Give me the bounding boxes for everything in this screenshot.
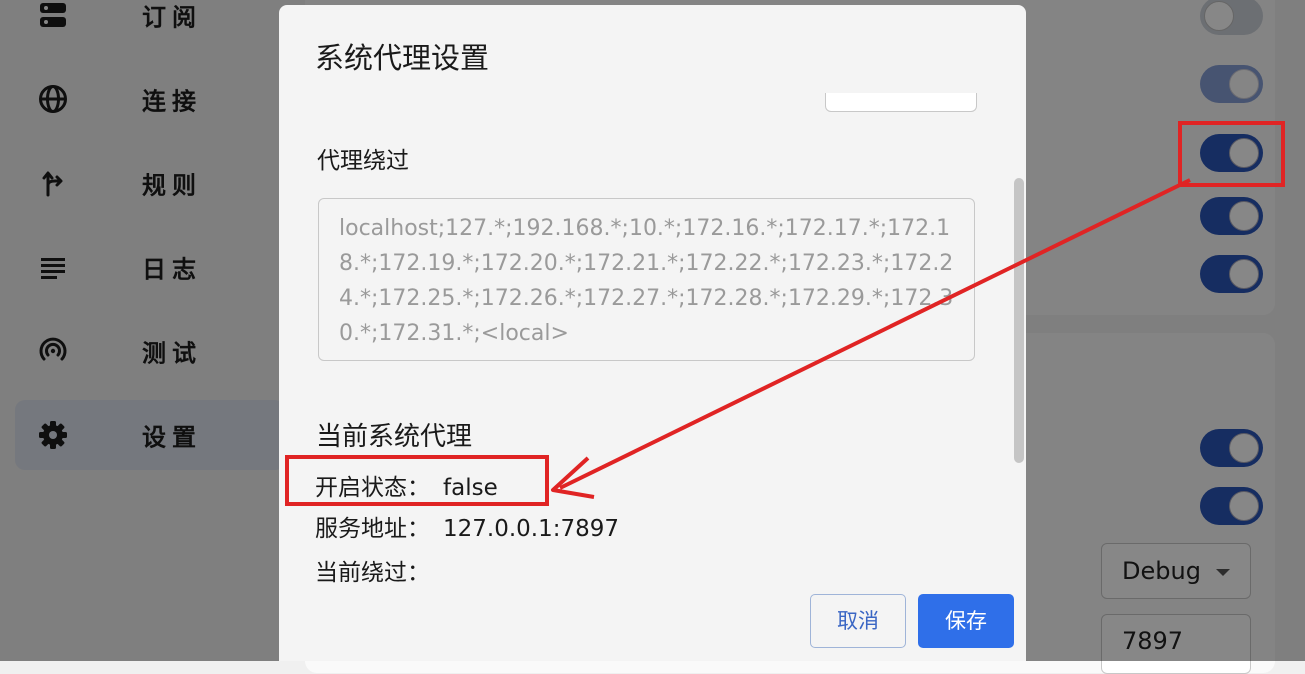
annotation-arrow <box>551 178 1191 499</box>
